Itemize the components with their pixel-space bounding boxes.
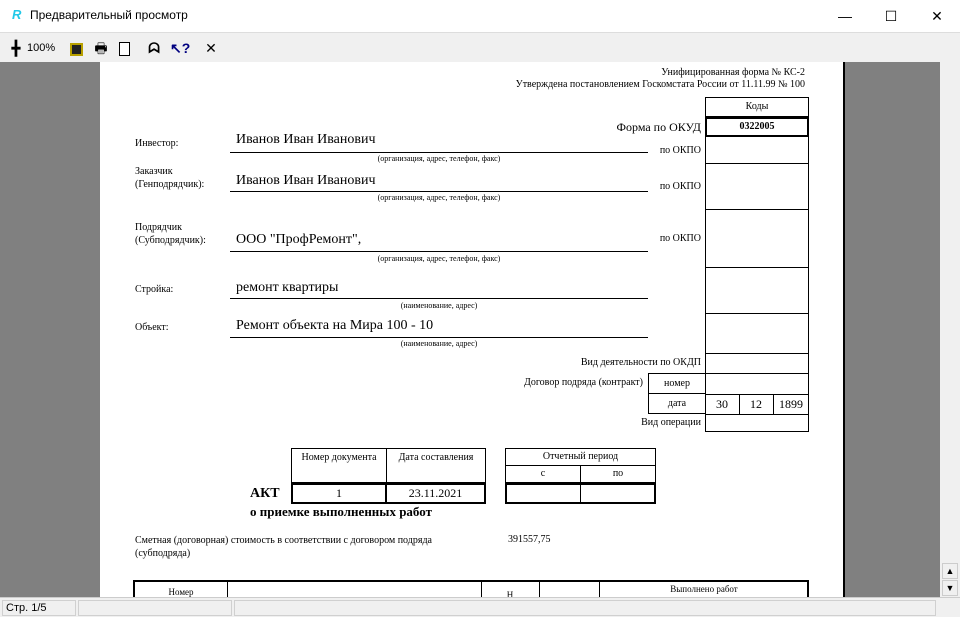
maximize-button[interactable]: ☐ xyxy=(868,0,914,32)
page-indicator: Стр. 1/5 xyxy=(2,600,76,616)
site-label: Стройка: xyxy=(135,284,174,295)
minimize-button[interactable]: — xyxy=(822,0,868,32)
col-unit: Н xyxy=(506,590,514,597)
contract-month: 12 xyxy=(750,397,762,411)
col-done: Выполнено работ xyxy=(670,584,738,594)
site-value: ремонт квартиры xyxy=(236,280,339,295)
okpo-contractor: по ОКПО xyxy=(659,233,701,244)
doc-date-header: Дата составления xyxy=(386,448,486,483)
cost-label: Сметная (договорная) стоимость в соответ… xyxy=(135,535,432,559)
document-page: Унифицированная форма № КС-2 Утверждена … xyxy=(100,62,845,597)
okpo-investor: по ОКПО xyxy=(659,145,701,156)
investor-value: Иванов Иван Иванович xyxy=(236,132,376,147)
preview-area: Унифицированная форма № КС-2 Утверждена … xyxy=(0,62,940,597)
act-title: АКТ xyxy=(250,486,280,501)
period-from-header: с xyxy=(505,465,581,483)
name-hint: (наименование, адрес) xyxy=(400,339,478,348)
doc-number: 1 xyxy=(291,483,387,504)
customer-value: Иванов Иван Иванович xyxy=(236,173,376,188)
form-name: Унифицированная форма № КС-2 xyxy=(661,67,805,78)
codes-header: Коды xyxy=(705,97,809,117)
org-hint: (организация, адрес, телефон, факс) xyxy=(377,193,501,202)
works-table: Номер Н Выполнено работ xyxy=(133,580,809,597)
contract-date-label: дата xyxy=(648,393,706,414)
org-hint: (организация, адрес, телефон, факс) xyxy=(377,254,501,263)
close-preview-icon[interactable]: ✕ xyxy=(202,38,220,58)
contractor-label-2: (Субподрядчик): xyxy=(135,235,206,246)
status-panel xyxy=(234,600,936,616)
approved-text: Утверждена постановлением Госкомстата Ро… xyxy=(515,79,805,90)
zoom-icon[interactable]: ╋ xyxy=(8,38,24,58)
period-header: Отчетный период xyxy=(505,448,656,466)
window-title: Предварительный просмотр xyxy=(30,8,188,22)
object-value: Ремонт объекта на Мира 100 - 10 xyxy=(236,318,434,333)
close-window-button[interactable]: ✕ xyxy=(914,0,960,32)
org-hint: (организация, адрес, телефон, факс) xyxy=(377,154,501,163)
title-bar: R Предварительный просмотр — ☐ ✕ xyxy=(0,0,960,32)
period-values xyxy=(505,483,656,504)
period-to-header: по xyxy=(580,465,656,483)
page-up-icon[interactable]: ▲ xyxy=(942,563,958,579)
page-down-icon[interactable]: ▼ xyxy=(942,580,958,596)
act-subtitle: о приемке выполненных работ xyxy=(250,504,432,519)
toolbar: ╋ 100% 🖶 ᗣ ↖? ✕ xyxy=(0,32,960,62)
customer-label: Заказчик xyxy=(135,166,173,177)
print-icon[interactable]: 🖶 xyxy=(92,38,110,58)
find-icon[interactable]: ᗣ xyxy=(145,38,163,58)
status-bar: Стр. 1/5 xyxy=(0,597,960,617)
vertical-scrollbar[interactable] xyxy=(940,62,960,597)
name-hint: (наименование, адрес) xyxy=(400,301,478,310)
doc-number-header: Номер документа xyxy=(291,448,387,483)
doc-date: 23.11.2021 xyxy=(385,483,486,504)
save-icon[interactable] xyxy=(68,38,84,58)
okud-value: 0322005 xyxy=(705,117,809,137)
col-number: Номер xyxy=(168,587,194,597)
status-panel xyxy=(78,600,232,616)
zoom-level[interactable]: 100% xyxy=(27,38,55,58)
contractor-value: ООО "ПрофРемонт", xyxy=(236,232,362,247)
cost-value: 391557,75 xyxy=(508,534,551,545)
contract-year: 1899 xyxy=(779,397,803,411)
operation-label: Вид операции xyxy=(641,417,701,428)
codes-column xyxy=(705,137,809,432)
contractor-label: Подрядчик xyxy=(135,222,182,233)
investor-label: Инвестор: xyxy=(135,138,179,149)
contract-label: Договор подряда (контракт) xyxy=(524,377,643,388)
contract-number-label: номер xyxy=(648,373,706,394)
okpo-customer: по ОКПО xyxy=(659,181,701,192)
customer-label-2: (Генподрядчик): xyxy=(135,179,205,190)
app-icon: R xyxy=(12,7,22,22)
okud-label: Форма по ОКУД xyxy=(616,120,701,134)
okdp-label: Вид деятельности по ОКДП xyxy=(580,357,701,368)
object-label: Объект: xyxy=(135,322,169,333)
page-setup-icon[interactable] xyxy=(116,38,132,58)
help-pointer-icon[interactable]: ↖? xyxy=(170,38,190,58)
contract-day: 30 xyxy=(716,397,728,411)
